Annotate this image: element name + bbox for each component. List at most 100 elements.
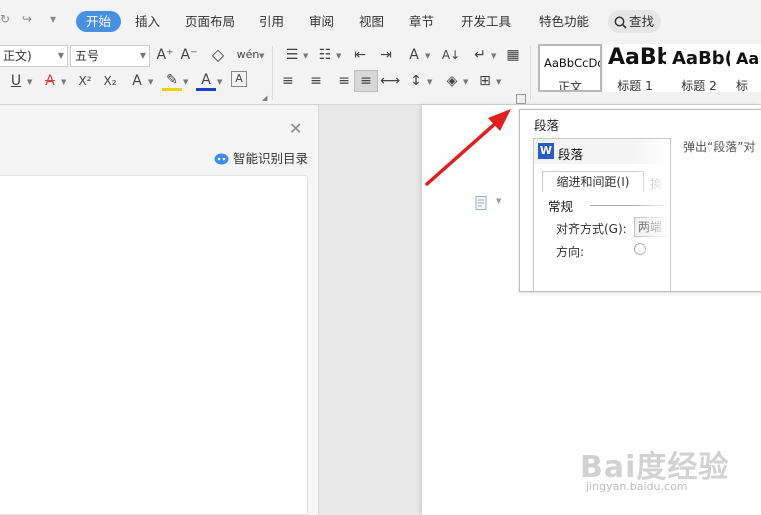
alignment-label: 对齐方式(G):	[556, 222, 627, 236]
align-right-icon[interactable]: ≡	[330, 71, 350, 91]
toolbar-separator	[530, 46, 531, 100]
chevron-down-icon[interactable]: ▼	[336, 52, 341, 60]
tab-page-layout[interactable]: 页面布局	[185, 11, 235, 32]
section-general: 常规	[548, 199, 574, 214]
justify-icon[interactable]: ≡	[354, 70, 378, 92]
dialog-fade	[630, 139, 670, 291]
shrink-font-icon[interactable]: A⁻	[179, 45, 199, 65]
tab-home[interactable]: 开始	[76, 11, 122, 32]
show-marks-icon[interactable]: ↵	[470, 45, 490, 65]
font-size-value: 五号	[75, 49, 100, 63]
table-grid-icon[interactable]: ▦	[503, 45, 523, 65]
tooltip-description: 弹出“段落”对	[683, 140, 756, 154]
sort-icon[interactable]: A↓	[440, 45, 462, 65]
repeat-icon[interactable]: ↪	[22, 12, 32, 26]
font-name-select[interactable]: 正文) ▼	[0, 45, 68, 67]
font-color-icon[interactable]: A	[196, 70, 216, 91]
chevron-down-icon[interactable]: ▼	[183, 78, 188, 86]
chevron-down-icon: ▼	[57, 51, 64, 60]
strikethrough-icon[interactable]: A	[40, 71, 60, 91]
chevron-down-icon[interactable]: ▼	[303, 52, 308, 60]
quick-access-dropdown-icon[interactable]: ▾	[50, 12, 56, 26]
align-center-icon[interactable]: ≡	[306, 71, 326, 91]
chevron-down-icon[interactable]: ▼	[27, 78, 32, 86]
char-border-icon[interactable]: A	[231, 71, 247, 87]
paste-options-icon[interactable]	[474, 195, 490, 211]
grow-font-icon[interactable]: A⁺	[155, 45, 175, 65]
text-effect-icon[interactable]: A	[127, 71, 147, 91]
direction-label: 方向:	[556, 245, 585, 259]
tab-references[interactable]: 引用	[259, 11, 284, 32]
pinyin-guide-icon[interactable]: wén	[236, 45, 260, 65]
search-button[interactable]: 查找	[608, 10, 661, 33]
tab-section[interactable]: 章节	[409, 11, 434, 32]
watermark-url: jingyan.baidu.com	[586, 480, 688, 493]
underline-icon[interactable]: U	[6, 71, 26, 91]
paragraph-dialog-preview: W 段落 缩进和间距(I) 换 常规 对齐方式(G): 两端 方向:	[533, 138, 671, 291]
tab-view[interactable]: 视图	[359, 11, 384, 32]
smart-toc-button[interactable]: 智能识别目录	[214, 148, 308, 167]
ribbon-tab-bar: ↻ ↪ ▾ 开始 插入 页面布局 引用 审阅 视图 章节 开发工具 特色功能 查…	[0, 0, 761, 42]
pane-splitter[interactable]	[318, 105, 319, 515]
font-name-value: 正文)	[3, 49, 32, 63]
clear-format-icon[interactable]: ◇	[208, 45, 228, 65]
decrease-indent-icon[interactable]: ⇤	[350, 45, 370, 65]
toolbar-separator	[272, 46, 273, 100]
tab-indent-spacing: 缩进和间距(I)	[542, 171, 644, 192]
chevron-down-icon[interactable]: ▼	[427, 78, 432, 86]
line-spacing-icon[interactable]: ↕	[406, 71, 426, 91]
smart-toc-icon	[214, 153, 229, 165]
font-dialog-launcher-icon[interactable]: ◢	[262, 94, 267, 102]
paragraph-dialog-launcher[interactable]	[516, 94, 526, 104]
superscript-icon[interactable]: X²	[75, 71, 95, 91]
increase-indent-icon[interactable]: ⇥	[376, 45, 396, 65]
tab-developer[interactable]: 开发工具	[461, 11, 511, 32]
chevron-down-icon[interactable]: ▼	[496, 197, 501, 205]
style-preview: AaBb	[608, 45, 667, 70]
toc-list[interactable]	[0, 175, 308, 515]
chevron-down-icon[interactable]: ▼	[61, 78, 66, 86]
bullets-icon[interactable]: ☰	[282, 45, 302, 65]
search-label: 查找	[629, 14, 655, 29]
tab-special-features[interactable]: 特色功能	[539, 11, 589, 32]
tooltip-title: 段落	[534, 118, 560, 133]
style-heading-2[interactable]: AaBb( 标题 2	[667, 44, 731, 92]
font-size-select[interactable]: 五号 ▼	[70, 45, 150, 67]
borders-icon[interactable]: ⊞	[475, 71, 495, 91]
highlight-icon[interactable]: ✎	[162, 70, 182, 91]
dialog-title: 段落	[558, 147, 584, 162]
chevron-down-icon[interactable]: ▼	[425, 52, 430, 60]
style-name: 正文	[557, 80, 582, 92]
numbering-icon[interactable]: ☷	[315, 45, 335, 65]
chevron-down-icon[interactable]: ▼	[463, 78, 468, 86]
shading-icon[interactable]: ◈	[442, 71, 462, 91]
redo-icon[interactable]: ↻	[0, 12, 10, 26]
chevron-down-icon[interactable]: ▼	[259, 52, 264, 60]
tab-review[interactable]: 审阅	[309, 11, 334, 32]
paragraph-tooltip: 段落 弹出“段落”对 W 段落 缩进和间距(I) 换 常规 对齐方式(G): 两…	[519, 109, 761, 292]
chevron-down-icon[interactable]: ▼	[148, 78, 153, 86]
search-icon	[614, 16, 627, 29]
close-icon[interactable]: ✕	[289, 119, 302, 138]
wps-writer-logo-icon: W	[538, 143, 554, 159]
align-left-icon[interactable]: ≡	[282, 71, 302, 91]
subscript-icon[interactable]: X₂	[100, 71, 120, 91]
asian-layout-icon[interactable]: A	[404, 45, 424, 65]
style-heading-1[interactable]: AaBb 标题 1	[603, 44, 667, 92]
chevron-down-icon: ▼	[139, 51, 146, 60]
distributed-align-icon[interactable]: ⟷	[380, 71, 400, 91]
style-preview: AaBb(	[672, 48, 731, 69]
style-preview: AaBbCcDd	[544, 56, 602, 70]
style-gallery: AaBbCcDd 正文 AaBb 标题 1 AaBb( 标题 2 AaB 标	[536, 42, 761, 94]
smart-toc-label: 智能识别目录	[233, 151, 309, 166]
tab-insert[interactable]: 插入	[135, 11, 160, 32]
style-normal[interactable]: AaBbCcDd 正文	[538, 44, 602, 92]
baidu-jingyan-watermark: Bai度经验 jingyan.baidu.com	[580, 430, 760, 500]
style-heading-3[interactable]: AaB 标	[731, 44, 761, 92]
style-name: 标题 1	[617, 79, 653, 92]
style-name: 标题 2	[681, 79, 717, 92]
chevron-down-icon[interactable]: ▼	[496, 78, 501, 86]
chevron-down-icon[interactable]: ▼	[491, 52, 496, 60]
navigation-pane: ✕ 智能识别目录	[0, 105, 318, 515]
chevron-down-icon[interactable]: ▼	[217, 78, 222, 86]
